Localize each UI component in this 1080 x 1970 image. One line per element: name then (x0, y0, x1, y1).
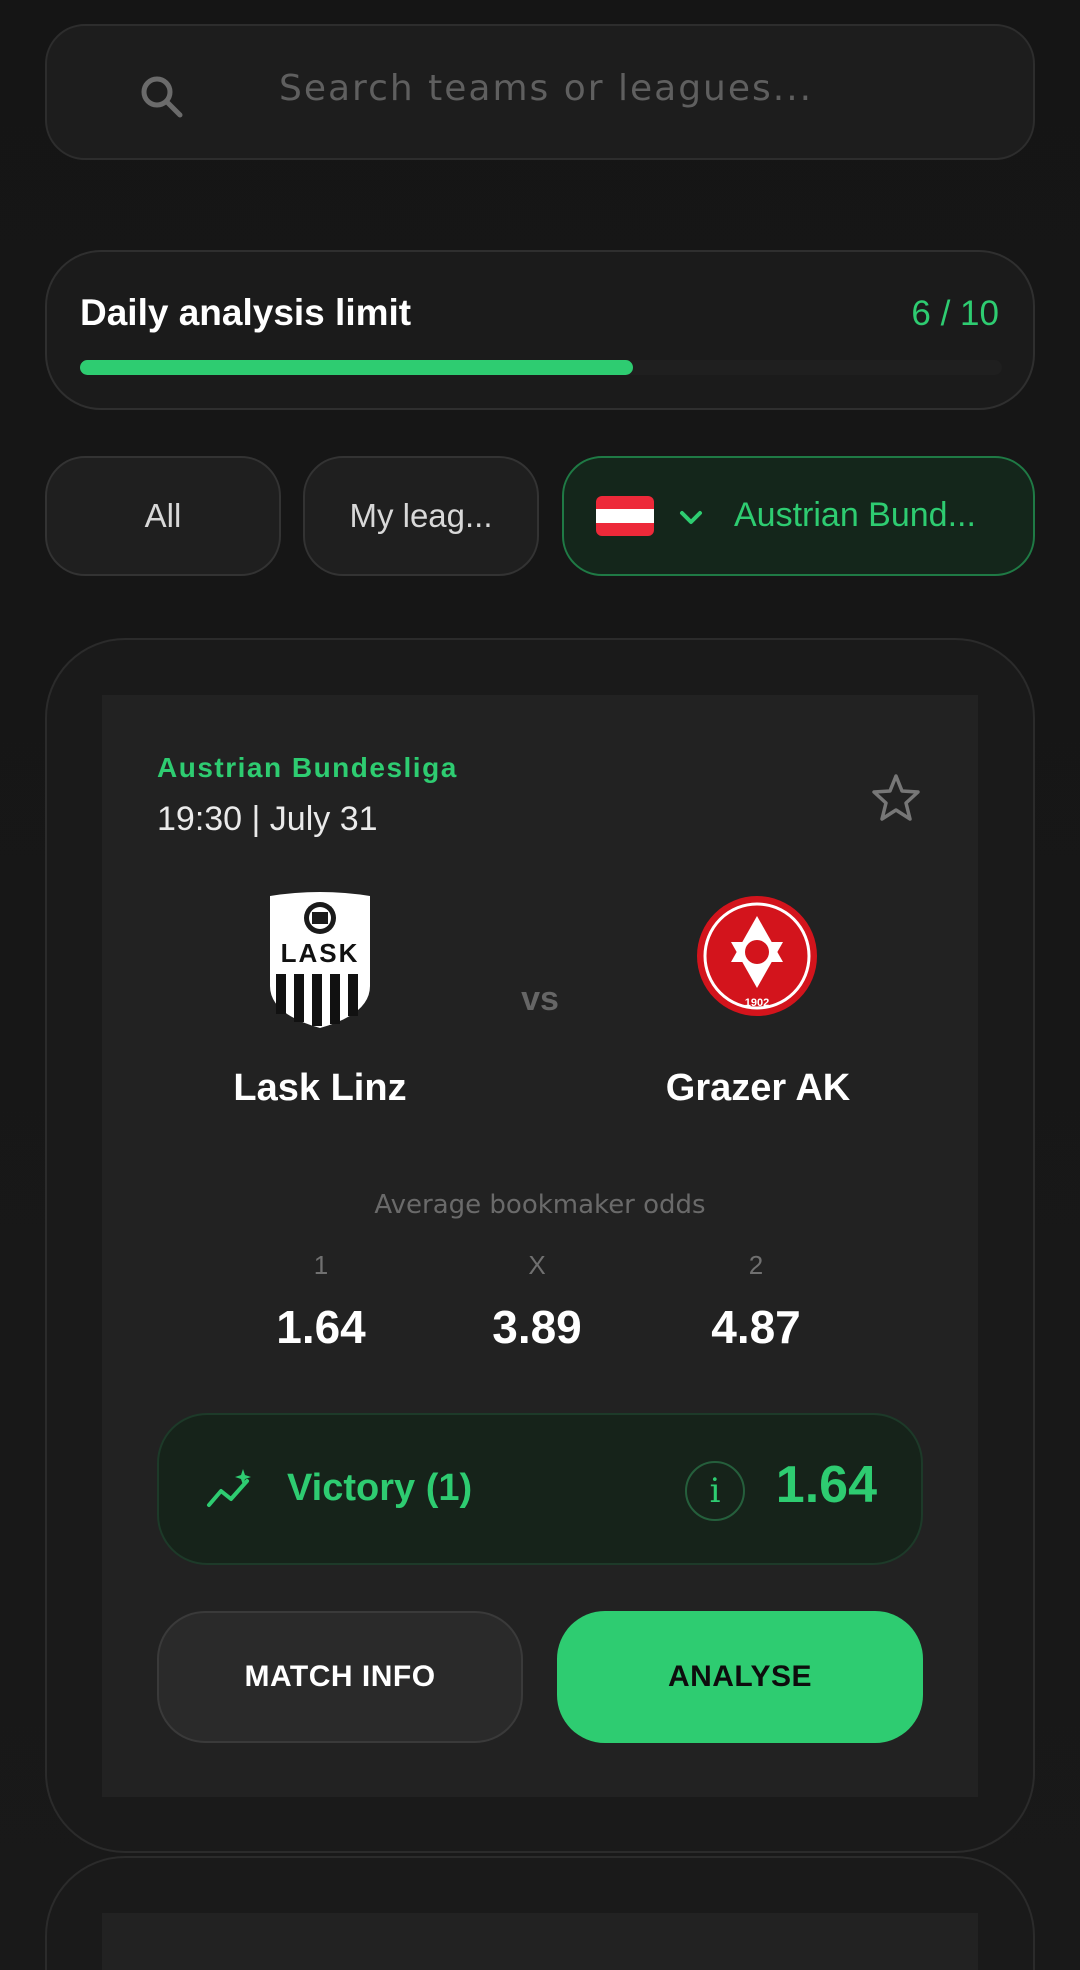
odds-value-draw: 3.89 (492, 1301, 582, 1353)
flag-stripe (596, 509, 654, 523)
austria-flag-icon (596, 496, 654, 536)
analyse-button[interactable]: ANALYSE (557, 1611, 923, 1743)
filter-all-button[interactable]: All (45, 456, 281, 576)
odds-label-away: 2 (748, 1250, 764, 1280)
league-dropdown[interactable]: Austrian Bund... (562, 456, 1035, 576)
page: Daily analysis limit 6 / 10 All My leag.… (0, 0, 1080, 1970)
match-time: 19:30 | July 31 (157, 800, 378, 838)
odds-value-away: 4.87 (711, 1301, 801, 1353)
star-icon[interactable] (870, 772, 922, 824)
next-match-card-body (102, 1913, 978, 1970)
daily-limit-card: Daily analysis limit 6 / 10 (45, 250, 1035, 410)
match-league-name: Austrian Bundesliga (157, 752, 458, 783)
odds-value-home: 1.64 (276, 1301, 366, 1353)
filter-all-label: All (144, 497, 182, 534)
chevron-down-icon (680, 511, 702, 524)
flag-stripe (596, 522, 654, 536)
filter-my-leagues-button[interactable]: My leag... (303, 456, 539, 576)
away-team-name: Grazer AK (665, 1067, 851, 1109)
home-crest-text: LASK (281, 938, 360, 968)
away-crest-year: 1902 (745, 997, 769, 1009)
prediction-label: Victory (1) (287, 1467, 473, 1509)
match-info-button[interactable]: MATCH INFO (157, 1611, 523, 1743)
odds-title: Average bookmaker odds (374, 1190, 706, 1220)
search-bar[interactable] (45, 24, 1035, 160)
info-icon[interactable]: i (685, 1461, 745, 1521)
grazer-ak-crest-icon: 1902 (697, 896, 817, 1016)
match-info-button-label: MATCH INFO (244, 1660, 436, 1693)
league-dropdown-label: Austrian Bund... (734, 496, 976, 534)
daily-limit-title: Daily analysis limit (80, 292, 412, 333)
daily-limit-count: 6 / 10 (911, 294, 999, 333)
flag-stripe (596, 496, 654, 510)
search-input[interactable] (279, 64, 979, 112)
daily-limit-progress-fill (80, 360, 634, 375)
lask-linz-crest-icon: LASK (270, 892, 370, 1028)
search-icon (141, 76, 183, 118)
odds-label-home: 1 (313, 1250, 329, 1280)
prediction-odds-value: 1.64 (775, 1456, 877, 1514)
daily-limit-progress-track (80, 360, 1002, 375)
filter-my-leagues-label: My leag... (349, 497, 493, 534)
trend-sparkle-icon (207, 1469, 251, 1507)
prediction-box: Victory (1) i 1.64 (157, 1413, 923, 1565)
versus-label: vs (521, 980, 559, 1018)
analyse-button-label: ANALYSE (667, 1660, 813, 1693)
odds-label-draw: X (528, 1250, 546, 1280)
home-team-name: Lask Linz (233, 1067, 407, 1109)
